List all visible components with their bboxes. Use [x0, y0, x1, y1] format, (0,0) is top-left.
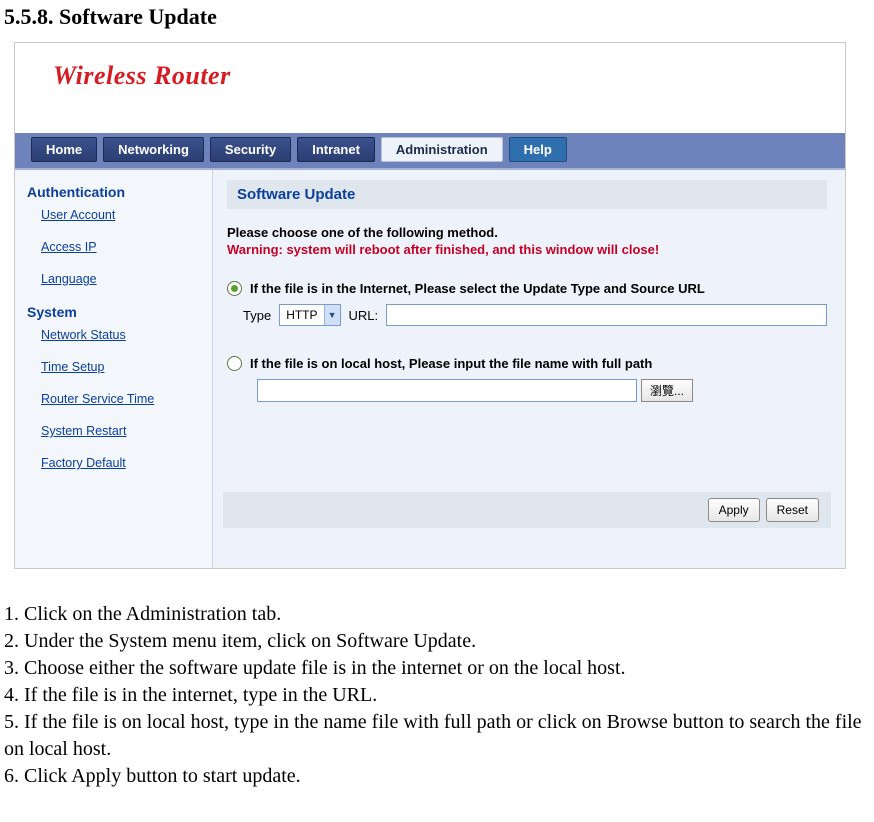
tab-intranet[interactable]: Intranet: [297, 137, 375, 162]
url-label: URL:: [349, 308, 379, 323]
type-label: Type: [243, 308, 271, 323]
sidebar-item-network-status[interactable]: Network Status: [41, 328, 200, 342]
step-6: 6. Click Apply button to start update.: [4, 763, 870, 790]
step-5: 5. If the file is on local host, type in…: [4, 709, 870, 763]
url-input[interactable]: [386, 304, 827, 326]
router-admin-window: Wireless Router Home Networking Security…: [14, 42, 846, 569]
local-row: 瀏覽...: [257, 379, 827, 402]
body-area: Authentication User Account Access IP La…: [15, 168, 845, 568]
warning-text: Warning: system will reboot after finish…: [227, 242, 827, 257]
internet-row: Type HTTP ▼ URL:: [243, 304, 827, 326]
type-select[interactable]: HTTP ▼: [279, 304, 340, 326]
tab-networking[interactable]: Networking: [103, 137, 204, 162]
sidebar-item-factory-default[interactable]: Factory Default: [41, 456, 200, 470]
panel-title: Software Update: [227, 180, 827, 209]
sidebar: Authentication User Account Access IP La…: [15, 170, 213, 568]
radio-internet[interactable]: [227, 281, 242, 296]
section-heading: 5.5.8. Software Update: [4, 4, 874, 30]
browse-button[interactable]: 瀏覽...: [641, 379, 693, 402]
sidebar-item-router-service-time[interactable]: Router Service Time: [41, 392, 200, 406]
step-3: 3. Choose either the software update fil…: [4, 655, 870, 682]
chevron-down-icon: ▼: [324, 305, 340, 325]
sidebar-head-authentication: Authentication: [27, 184, 200, 200]
option-local-label: If the file is on local host, Please inp…: [250, 356, 652, 371]
banner-title: Wireless Router: [53, 61, 231, 90]
main-panel: Software Update Please choose one of the…: [213, 170, 845, 568]
instruction-steps: 1. Click on the Administration tab. 2. U…: [4, 601, 870, 790]
sidebar-head-system: System: [27, 304, 200, 320]
sidebar-item-system-restart[interactable]: System Restart: [41, 424, 200, 438]
instruction-text: Please choose one of the following metho…: [227, 225, 827, 240]
tab-help[interactable]: Help: [509, 137, 567, 162]
apply-button[interactable]: Apply: [708, 498, 760, 522]
sidebar-item-language[interactable]: Language: [41, 272, 200, 286]
reset-button[interactable]: Reset: [766, 498, 819, 522]
step-4: 4. If the file is in the internet, type …: [4, 682, 870, 709]
type-select-value: HTTP: [286, 308, 317, 322]
sidebar-item-access-ip[interactable]: Access IP: [41, 240, 200, 254]
option-internet[interactable]: If the file is in the Internet, Please s…: [227, 281, 827, 296]
action-bar: Apply Reset: [223, 492, 831, 528]
step-2: 2. Under the System menu item, click on …: [4, 628, 870, 655]
tab-administration[interactable]: Administration: [381, 137, 503, 162]
tab-home[interactable]: Home: [31, 137, 97, 162]
banner: Wireless Router: [15, 43, 845, 133]
file-path-input[interactable]: [257, 379, 637, 402]
option-local[interactable]: If the file is on local host, Please inp…: [227, 356, 827, 371]
option-internet-label: If the file is in the Internet, Please s…: [250, 281, 705, 296]
radio-local[interactable]: [227, 356, 242, 371]
nav-bar: Home Networking Security Intranet Admini…: [15, 133, 845, 168]
step-1: 1. Click on the Administration tab.: [4, 601, 870, 628]
sidebar-item-user-account[interactable]: User Account: [41, 208, 200, 222]
sidebar-item-time-setup[interactable]: Time Setup: [41, 360, 200, 374]
tab-security[interactable]: Security: [210, 137, 291, 162]
